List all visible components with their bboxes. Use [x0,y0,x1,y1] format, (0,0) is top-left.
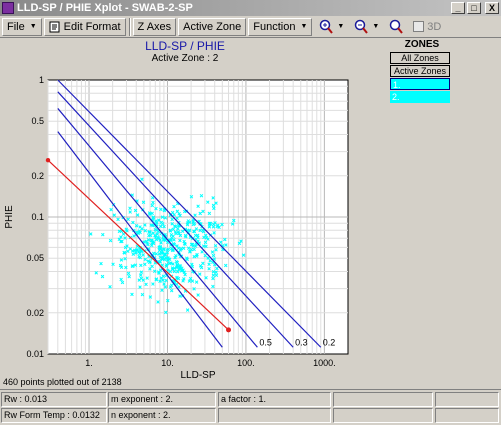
y-tick-label: 0.05 [26,253,44,263]
x-tick-label: 100. [237,358,255,368]
y-tick-label: 0.01 [26,349,44,359]
dropdown-arrow-icon: ▼ [337,23,345,30]
dropdown-arrow-icon: ▼ [300,23,308,30]
title-bar: LLD-SP / PHIE Xplot - SWAB-2-SP _ □ X [0,0,501,16]
zones-label: ZONES [404,39,440,50]
maximize-button[interactable]: □ [467,2,481,14]
status-n-exponent: n exponent : 2. [108,408,216,423]
function-menu[interactable]: Function ▼ [248,17,313,36]
x-tick-label: 1000. [313,358,336,368]
y-tick-label: 0.2 [31,171,44,181]
file-menu-label: File [7,20,25,33]
y-tick-label: 0.1 [31,212,44,222]
status-empty-cell [435,392,499,407]
status-rw: Rw : 0.013 [1,392,107,407]
active-zones-button[interactable]: Active Zones [390,65,450,77]
x-axis-label: LLD-SP [180,370,215,380]
y-tick-label: 0.5 [31,116,44,126]
points-plotted-note: 460 points plotted out of 2138 [3,377,122,387]
active-zone-label: Active Zone [183,20,242,33]
sw-line-label: 0.3 [295,337,308,347]
status-empty-cell [218,408,331,423]
status-empty-cell [333,408,433,423]
z-axes-label: Z Axes [137,20,172,33]
plot-subtitle: Active Zone : 2 [151,53,219,64]
minimize-button[interactable]: _ [451,2,465,14]
zoom-in-icon [320,19,334,34]
function-label: Function [253,20,296,33]
menu-bar: File ▼ Edit Format Z Axes Active Zone Fu… [0,16,501,38]
close-button[interactable]: X [485,2,499,14]
crossplot-chart[interactable]: 0.5 0.3 0.2 1. 10. 100. 1000. 1 0.5 0.2 0.1 0.05 0.… [0,68,380,380]
plot-title: LLD-SP / PHIE [145,39,225,53]
status-a-factor: a factor : 1. [218,392,331,407]
zoom-out-icon [355,19,369,34]
rw-line-endpoint [226,327,232,333]
active-zone-menu[interactable]: Active Zone [178,17,247,36]
zone-row[interactable]: 1. [390,78,450,90]
y-axis-label: PHIE [4,205,15,229]
y-tick-label: 0.02 [26,308,44,318]
three-d-toggle[interactable]: 3D [413,21,441,33]
status-rw-form-temp: Rw Form Temp : 0.0132 [1,408,107,423]
dropdown-arrow-icon: ▼ [372,23,380,30]
sw-line-label: 0.2 [323,337,336,347]
y-tick-label: 1 [39,75,44,85]
edit-format-label: Edit Format [63,20,121,33]
toolbar-separator [128,17,131,36]
status-bar: Rw : 0.013 m exponent : 2. a factor : 1.… [0,389,501,425]
status-empty-cell [333,392,433,407]
three-d-label: 3D [427,20,442,33]
window-title: LLD-SP / PHIE Xplot - SWAB-2-SP [17,2,193,14]
zoom-reset-icon [390,19,404,34]
dropdown-arrow-icon: ▼ [29,23,37,30]
status-empty-cell [435,408,499,423]
rw-line-endpoint [45,157,51,163]
file-menu[interactable]: File ▼ [2,17,42,36]
grid [47,79,349,355]
x-tick-label: 10. [161,358,174,368]
z-axes-menu[interactable]: Z Axes [132,17,177,36]
edit-format-icon [49,21,60,32]
zoom-out-button[interactable]: ▼ [350,18,382,36]
zoom-reset-button[interactable] [385,18,407,36]
app-icon [2,2,14,14]
x-tick-label: 1. [85,358,93,368]
three-d-checkbox[interactable] [413,21,425,32]
zone-row[interactable]: 2. [390,91,450,103]
zones-panel: ZONES All Zones Active Zones 1. 2. [390,38,454,104]
zoom-in-button[interactable]: ▼ [315,18,347,36]
sw-line-label: 0.5 [259,337,272,347]
edit-format-button[interactable]: Edit Format [43,17,126,36]
status-m-exponent: m exponent : 2. [108,392,216,407]
all-zones-button[interactable]: All Zones [390,52,450,64]
